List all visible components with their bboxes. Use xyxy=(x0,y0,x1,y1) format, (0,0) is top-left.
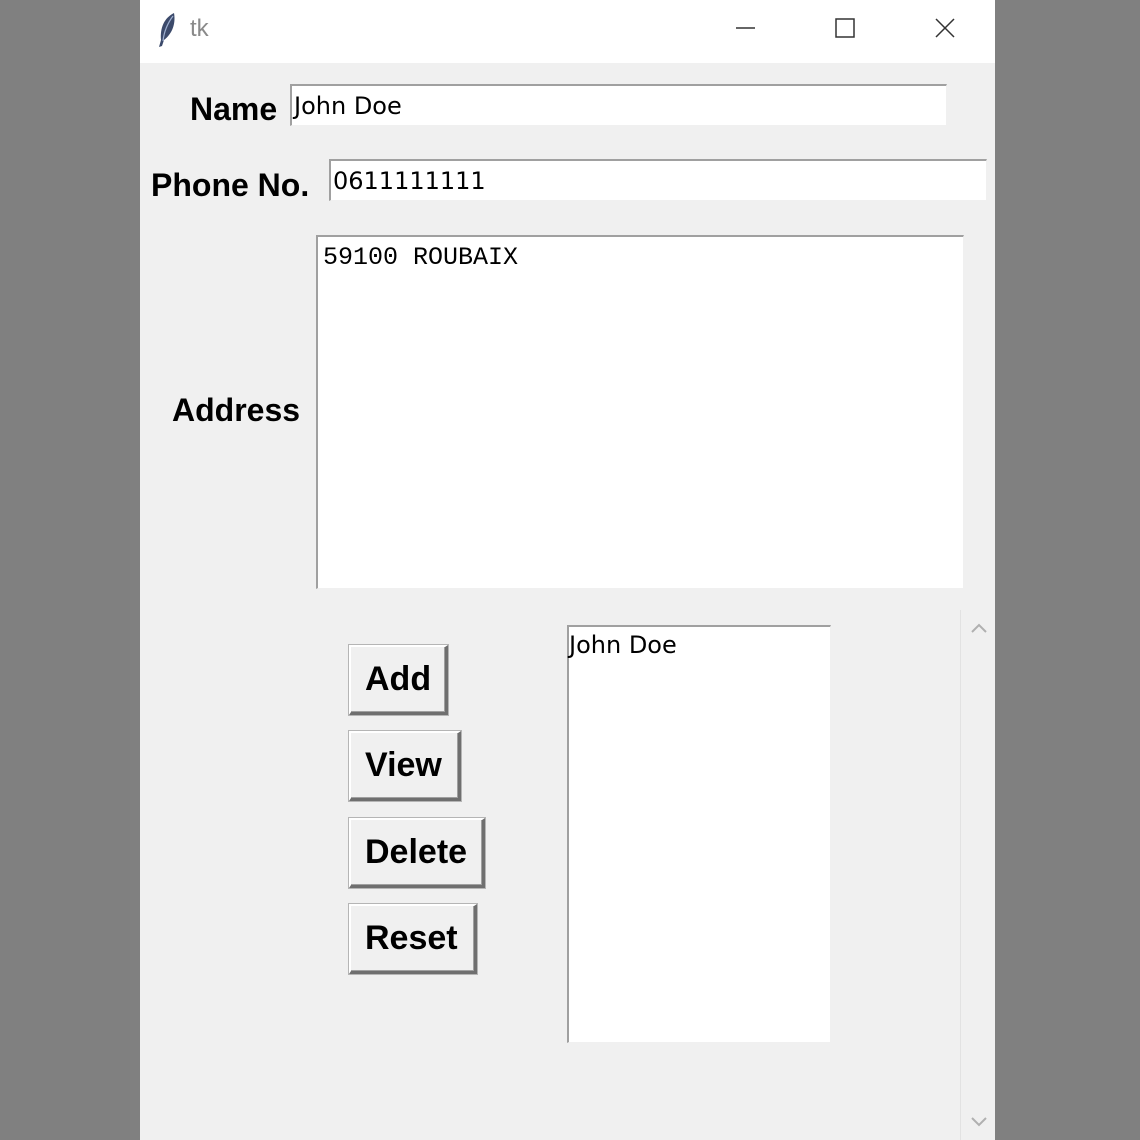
chevron-up-icon[interactable] xyxy=(969,618,989,638)
vertical-scrollbar[interactable] xyxy=(960,610,995,1140)
app-window: tk Name John Doe Phone No. 0611111111 Ad… xyxy=(140,0,995,1140)
address-label: Address xyxy=(172,392,301,428)
title-bar[interactable]: tk xyxy=(140,0,995,63)
delete-button[interactable]: Delete xyxy=(349,818,485,888)
close-button[interactable] xyxy=(895,0,995,58)
chevron-down-icon[interactable] xyxy=(969,1112,989,1132)
contacts-listbox[interactable]: John Doe xyxy=(567,625,831,1043)
phone-label: Phone No. xyxy=(151,167,310,203)
close-icon xyxy=(935,18,955,38)
name-label: Name xyxy=(190,91,278,127)
maximize-button[interactable] xyxy=(795,0,895,58)
feather-icon xyxy=(159,13,175,47)
add-button[interactable]: Add xyxy=(349,645,448,715)
window-title: tk xyxy=(190,15,209,42)
minimize-button[interactable] xyxy=(695,0,795,58)
reset-button[interactable]: Reset xyxy=(349,904,477,974)
minimize-icon xyxy=(736,27,755,29)
phone-input[interactable]: 0611111111 xyxy=(329,159,987,201)
view-button[interactable]: View xyxy=(349,731,461,801)
maximize-icon xyxy=(835,18,855,38)
list-item[interactable]: John Doe xyxy=(569,629,830,661)
name-input[interactable]: John Doe xyxy=(290,84,947,126)
address-textarea[interactable]: 59100 ROUBAIX xyxy=(316,235,964,589)
